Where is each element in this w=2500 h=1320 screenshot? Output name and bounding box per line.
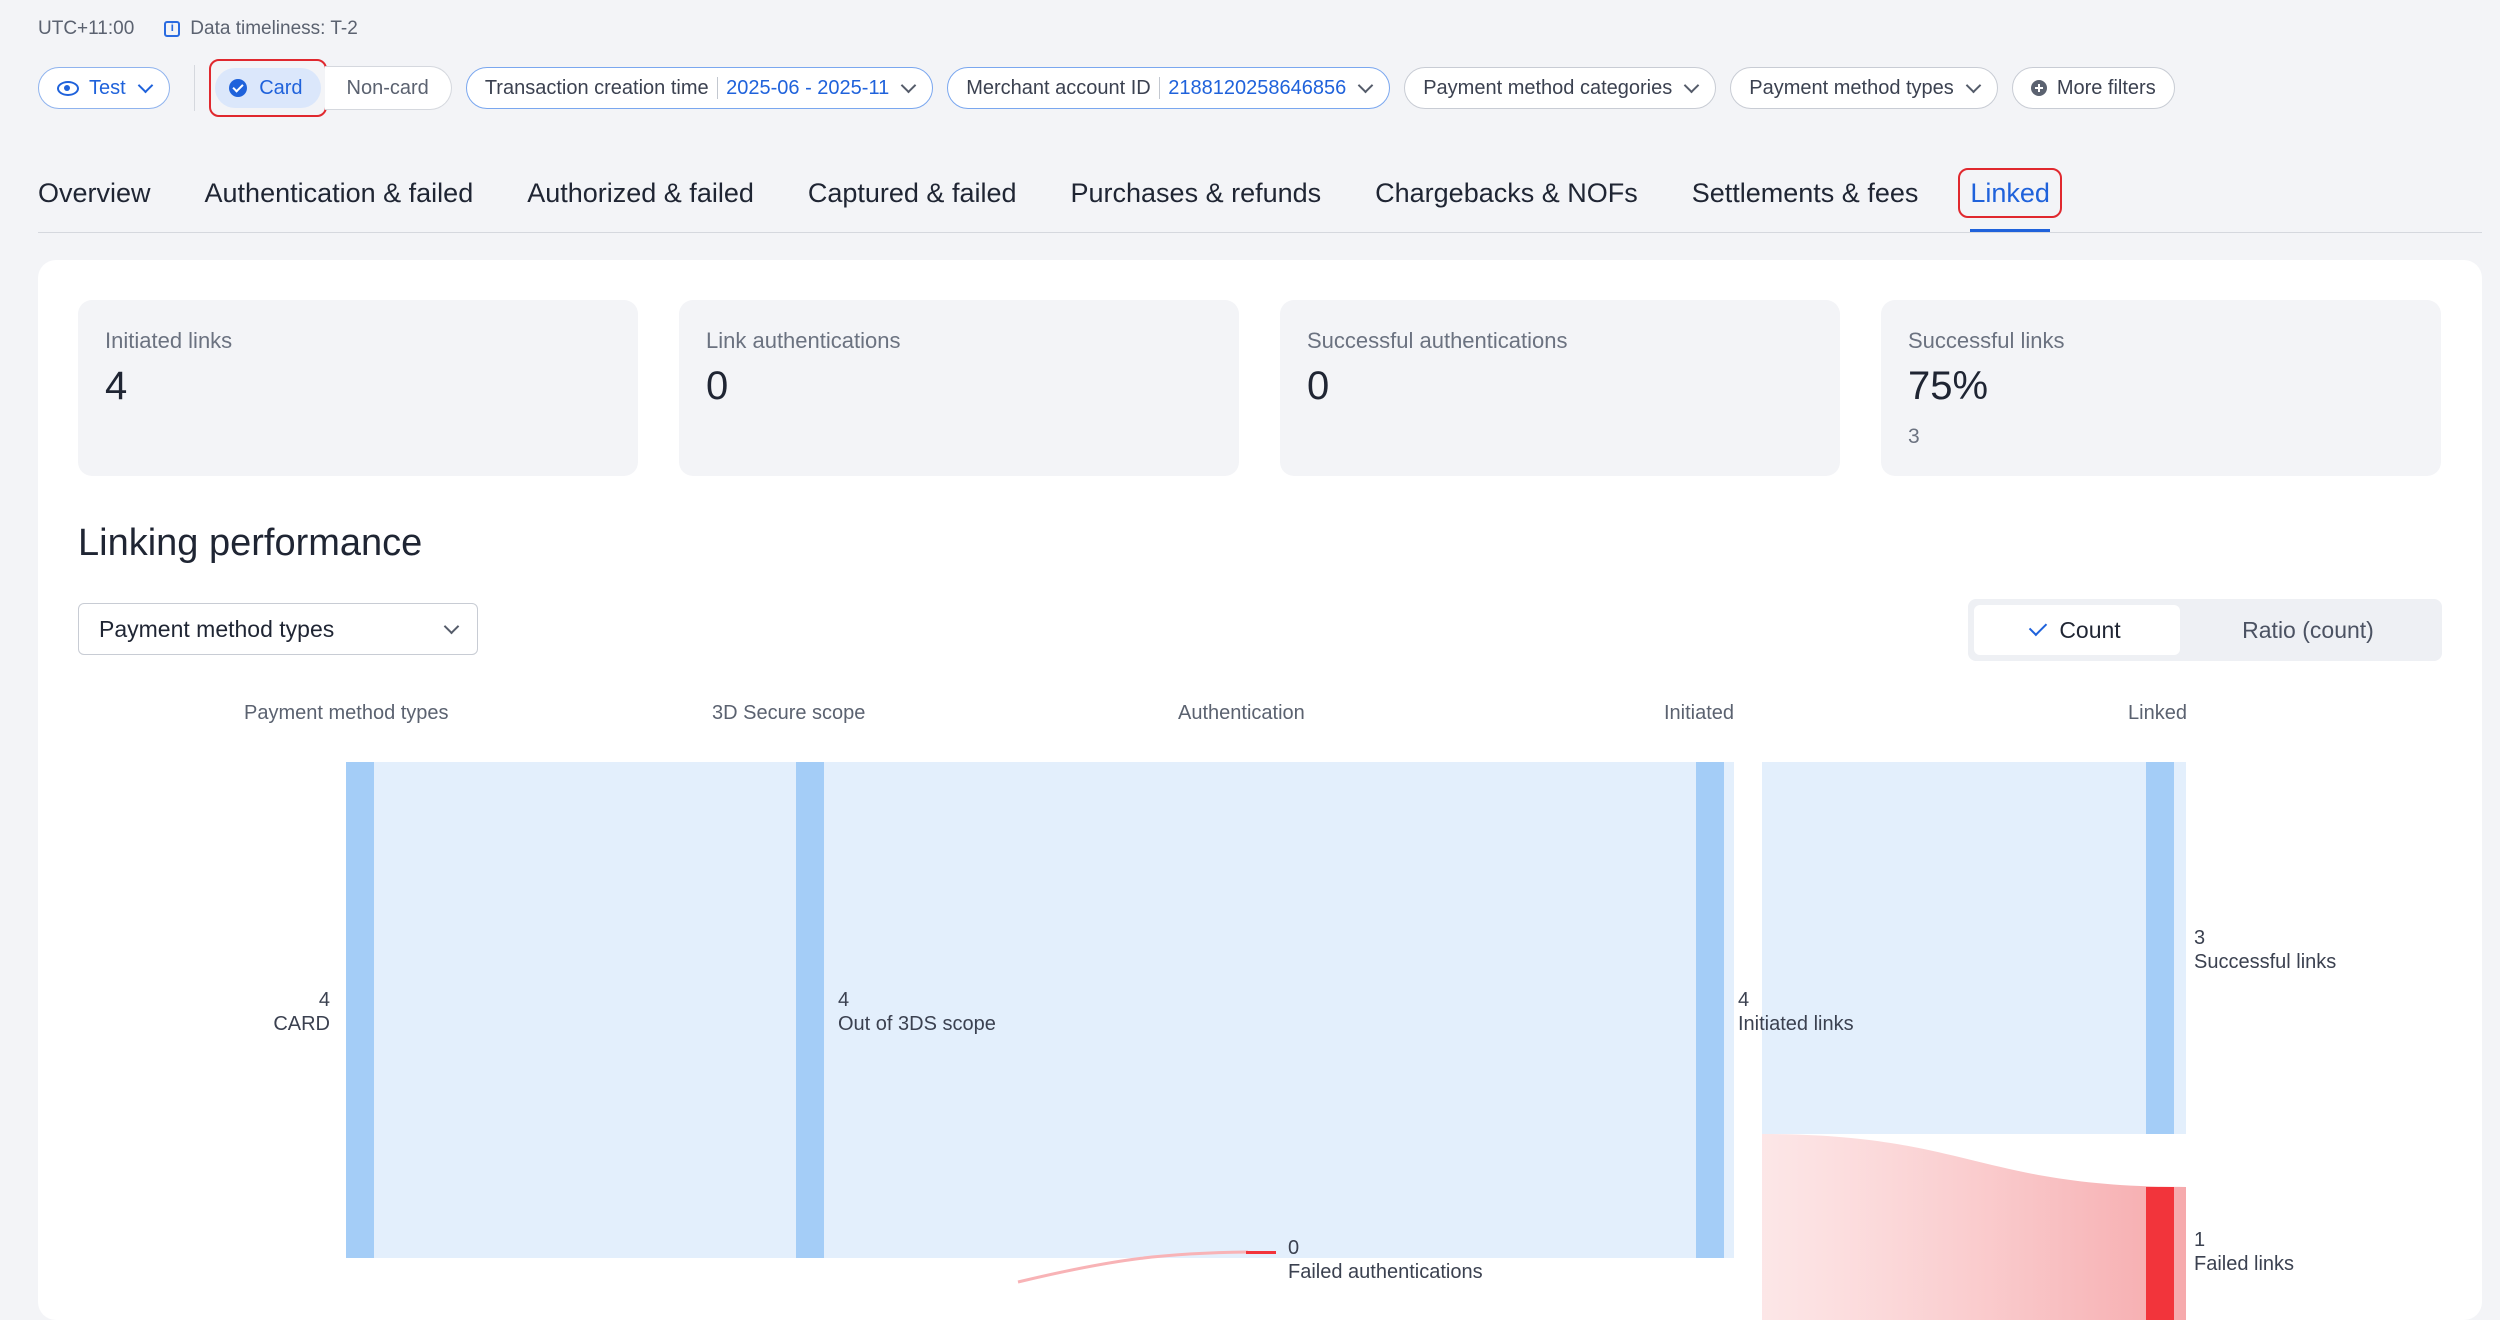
flow-card-to-out-of-3ds	[374, 762, 798, 1258]
chevron-down-icon	[1357, 77, 1374, 93]
node-label-initiated-links: 4 Initiated links	[1738, 988, 1854, 1036]
node-failed-links[interactable]	[2146, 1187, 2174, 1320]
data-timeliness-label: Data timeliness: T-2	[190, 18, 358, 39]
node-value: 0	[1288, 1237, 1300, 1259]
tab-overview[interactable]: Overview	[38, 168, 151, 218]
noncard-toggle-button[interactable]: Non-card	[324, 66, 452, 110]
environment-select[interactable]: Test	[38, 67, 170, 109]
node-name: Failed links	[2194, 1253, 2295, 1275]
node-label-out-of-3ds: 4 Out of 3DS scope	[838, 988, 996, 1036]
payment-method-categories-label: Payment method categories	[1423, 76, 1673, 99]
node-value: 1	[2194, 1229, 2206, 1251]
tab-linked-label: Linked	[1970, 177, 2050, 208]
card-segment-highlight: Card	[209, 59, 327, 117]
tab-purchases-refunds[interactable]: Purchases & refunds	[1071, 168, 1322, 218]
transaction-time-label: Transaction creation time	[484, 76, 709, 99]
payment-method-types-filter[interactable]: Payment method types	[1730, 67, 1998, 109]
plus-circle-icon	[2030, 80, 2047, 96]
payment-method-categories-filter[interactable]: Payment method categories	[1404, 67, 1717, 109]
merchant-account-value: 2188120258646856	[1168, 76, 1347, 99]
transaction-time-filter[interactable]: Transaction creation time 2025-06 - 2025…	[465, 67, 934, 109]
chevron-down-icon	[900, 77, 917, 93]
main-panel: Initiated links 4 Link authentications 0…	[38, 260, 2482, 1320]
tab-bar: Overview Authentication & failed Authori…	[38, 168, 2482, 233]
merchant-account-label: Merchant account ID	[966, 76, 1151, 99]
node-initiated-links[interactable]	[1696, 762, 1724, 1258]
check-circle-icon	[229, 79, 248, 97]
tab-settlements-fees[interactable]: Settlements & fees	[1692, 168, 1919, 218]
more-filters-button[interactable]: More filters	[2011, 67, 2175, 109]
separator	[1158, 77, 1161, 99]
eye-icon	[57, 80, 79, 96]
more-filters-label: More filters	[2056, 76, 2156, 99]
node-name: Out of 3DS scope	[838, 1013, 996, 1035]
filter-bar: Test Card Non-card Transaction creation …	[38, 59, 2189, 117]
separator	[716, 77, 719, 99]
tab-authentication-failed[interactable]: Authentication & failed	[205, 168, 474, 218]
node-failed-authentications[interactable]	[1246, 1251, 1276, 1254]
chevron-down-icon	[1965, 77, 1982, 93]
chevron-down-icon	[1683, 77, 1700, 93]
flow-initiated-to-failed	[1762, 1134, 2186, 1320]
node-label-failed-authentications: 0 Failed authentications	[1288, 1236, 1483, 1284]
info-icon	[164, 20, 181, 37]
top-info-bar: UTC+11:00 Data timeliness: T-2	[38, 18, 358, 40]
tab-chargebacks-nofs[interactable]: Chargebacks & NOFs	[1375, 168, 1638, 218]
node-value: 4	[838, 989, 850, 1011]
sankey-chart	[346, 762, 2186, 1320]
divider	[193, 65, 196, 111]
node-name: Successful links	[2194, 951, 2337, 973]
node-label-card: 4 CARD	[270, 988, 330, 1036]
node-label-failed-links: 1 Failed links	[2194, 1228, 2294, 1276]
node-value: 3	[2194, 927, 2206, 949]
node-name: Failed authentications	[1288, 1261, 1483, 1283]
tab-captured-failed[interactable]: Captured & failed	[808, 168, 1017, 218]
node-out-of-3ds-scope[interactable]	[796, 762, 824, 1258]
card-toggle-button[interactable]: Card	[215, 68, 321, 108]
chevron-down-icon	[137, 77, 153, 93]
node-value: 4	[1738, 989, 1750, 1011]
environment-label: Test	[89, 76, 126, 99]
active-tab-indicator	[1970, 229, 2050, 232]
node-name: Initiated links	[1738, 1013, 1854, 1035]
tab-linked[interactable]: Linked	[1958, 168, 2062, 232]
node-name: CARD	[273, 1013, 330, 1035]
merchant-account-filter[interactable]: Merchant account ID 2188120258646856	[947, 67, 1391, 109]
node-value: 4	[318, 989, 330, 1011]
payment-method-types-label: Payment method types	[1749, 76, 1954, 99]
flow-initiated-to-successful	[1762, 762, 2186, 1134]
node-successful-links[interactable]	[2146, 762, 2174, 1134]
node-label-successful-links: 3 Successful links	[2194, 926, 2336, 974]
node-card[interactable]	[346, 762, 374, 1258]
timezone-label: UTC+11:00	[38, 18, 135, 39]
data-timeliness: Data timeliness: T-2	[164, 18, 358, 40]
card-toggle-label: Card	[259, 76, 303, 99]
tab-authorized-failed[interactable]: Authorized & failed	[527, 168, 754, 218]
transaction-time-value: 2025-06 - 2025-11	[726, 76, 890, 99]
